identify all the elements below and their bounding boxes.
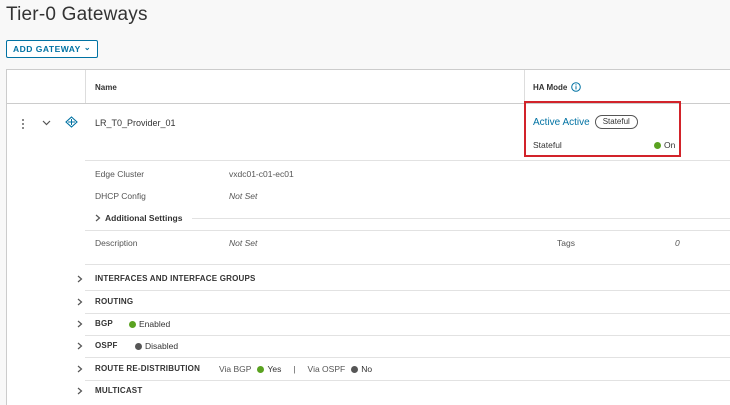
chevron-down-icon[interactable]	[42, 120, 51, 126]
status-dot-icon	[257, 365, 265, 373]
status-dot-icon	[129, 320, 136, 328]
section-interfaces[interactable]: INTERFACES AND INTERFACE GROUPS	[7, 268, 730, 290]
add-gateway-button[interactable]: ADD GATEWAY ⌄	[6, 40, 99, 58]
chevron-right-icon	[77, 320, 83, 328]
redistribution-status: Via BGP Yes | Via OSPF No	[219, 364, 373, 374]
chevron-right-icon	[95, 214, 101, 222]
gateway-name[interactable]: LR_T0_Provider_01	[95, 118, 176, 128]
section-bgp[interactable]: BGP Enabled	[7, 313, 730, 335]
tags-label: Tags	[557, 238, 575, 248]
chevron-right-icon	[77, 298, 83, 306]
page-title: Tier-0 Gateways	[6, 4, 148, 25]
edge-cluster-value: vxdc01-c01-ec01	[229, 169, 294, 179]
chevron-down-icon: ⌄	[83, 42, 92, 52]
dhcp-config-label: DHCP Config	[95, 191, 146, 201]
bgp-status: Enabled	[129, 319, 170, 329]
dhcp-config-value: Not Set	[229, 191, 258, 201]
ha-mode-highlight	[524, 101, 681, 157]
description-value: Not Set	[229, 238, 258, 248]
table-header: Name HA Mode	[7, 70, 730, 104]
status-dot-icon	[351, 365, 359, 373]
chevron-right-icon	[77, 387, 83, 395]
tags-value[interactable]: 0	[675, 238, 680, 248]
section-multicast[interactable]: MULTICAST	[7, 380, 730, 402]
section-routing[interactable]: ROUTING	[7, 291, 730, 313]
status-dot-icon	[135, 342, 142, 350]
description-label: Description	[95, 238, 138, 248]
chevron-right-icon	[77, 365, 83, 373]
chevron-right-icon	[77, 275, 83, 283]
section-ospf[interactable]: OSPF Disabled	[7, 335, 730, 357]
info-icon[interactable]	[571, 82, 582, 92]
additional-settings-toggle[interactable]: Additional Settings	[95, 213, 182, 223]
kebab-menu-icon[interactable]	[21, 118, 25, 130]
section-route-redistribution[interactable]: ROUTE RE-DISTRIBUTION Via BGP Yes | Via …	[7, 358, 730, 380]
gateway-icon	[65, 116, 78, 128]
ospf-status: Disabled	[135, 341, 178, 351]
column-header-name[interactable]: Name	[95, 83, 117, 92]
chevron-right-icon	[77, 342, 83, 350]
edge-cluster-label: Edge Cluster	[95, 169, 145, 179]
add-gateway-label: ADD GATEWAY	[13, 44, 81, 54]
column-header-ha-mode[interactable]: HA Mode	[533, 82, 582, 92]
